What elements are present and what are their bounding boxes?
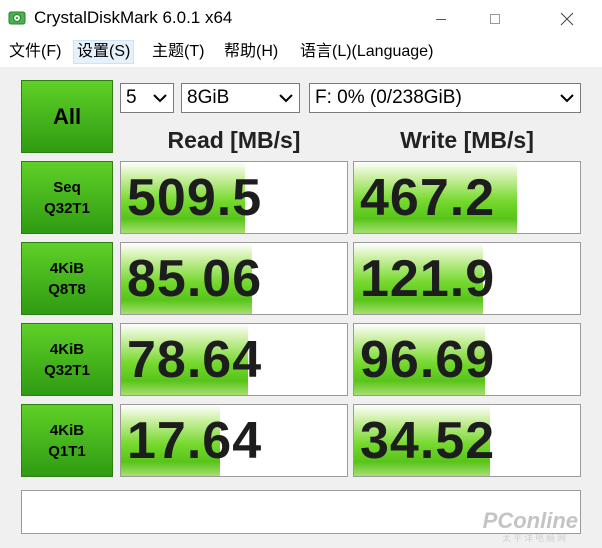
- maximize-button[interactable]: [472, 0, 518, 37]
- close-icon: [560, 12, 574, 25]
- menu-language[interactable]: 语言(L)(Language): [297, 40, 436, 64]
- test-label-line1: 4KiB: [49, 259, 85, 277]
- drive-select[interactable]: F: 0% (0/238GiB): [309, 83, 581, 113]
- write-result-value: 467.2: [360, 169, 496, 227]
- read-result-value: 509.5: [127, 169, 263, 227]
- test-size-value: 8GiB: [187, 87, 230, 108]
- read-result-value: 78.64: [127, 331, 263, 389]
- write-result-value: 96.69: [360, 331, 496, 389]
- watermark-sub: 太平洋电脑网: [501, 533, 568, 543]
- test-label-line1: 4KiB: [49, 340, 85, 358]
- read-result-value: 85.06: [127, 250, 263, 308]
- chevron-down-icon: [279, 94, 293, 103]
- test-label-line2: Q32T1: [44, 199, 90, 217]
- minimize-icon: [436, 18, 446, 20]
- write-result-cell: 467.2: [353, 161, 581, 234]
- menu-settings[interactable]: 设置(S): [73, 40, 135, 64]
- test-label-line1: 4KiB: [49, 421, 85, 439]
- write-result-cell: 121.9: [353, 242, 581, 315]
- app-icon: [8, 11, 26, 25]
- read-column-header: Read [MB/s]: [167, 127, 301, 153]
- write-result-value: 34.52: [360, 412, 496, 470]
- write-result-cell: 34.52: [353, 404, 581, 477]
- drive-value: F: 0% (0/238GiB): [315, 87, 462, 108]
- menu-theme[interactable]: 主题(T): [149, 40, 207, 64]
- test-label-line2: Q1T1: [48, 442, 86, 460]
- seq-q32t1-button[interactable]: Seq Q32T1: [21, 161, 113, 234]
- test-label-line2: Q8T8: [48, 280, 86, 298]
- maximize-icon: [490, 13, 500, 24]
- read-result-cell: 509.5: [120, 161, 348, 234]
- read-result-cell: 85.06: [120, 242, 348, 315]
- test-label-line2: Q32T1: [44, 361, 90, 379]
- title-bar: CrystalDiskMark 6.0.1 x64: [0, 0, 602, 37]
- write-column-header: Write [MB/s]: [400, 127, 534, 153]
- chevron-down-icon: [560, 94, 574, 103]
- read-result-value: 17.64: [127, 412, 263, 470]
- test-count-select[interactable]: 5: [120, 83, 174, 113]
- test-label-line1: Seq: [53, 178, 81, 196]
- menu-file[interactable]: 文件(F): [6, 40, 64, 64]
- 4kib-q1t1-button[interactable]: 4KiB Q1T1: [21, 404, 113, 477]
- run-all-button[interactable]: All: [21, 80, 113, 153]
- minimize-button[interactable]: [418, 0, 464, 37]
- menu-bar: 文件(F) 设置(S) 主题(T) 帮助(H) 语言(L)(Language): [0, 37, 602, 67]
- menu-help[interactable]: 帮助(H): [221, 40, 281, 64]
- test-size-select[interactable]: 8GiB: [181, 83, 300, 113]
- read-result-cell: 17.64: [120, 404, 348, 477]
- read-result-cell: 78.64: [120, 323, 348, 396]
- 4kib-q8t8-button[interactable]: 4KiB Q8T8: [21, 242, 113, 315]
- close-button[interactable]: [544, 0, 590, 37]
- test-count-value: 5: [126, 87, 137, 108]
- write-result-value: 121.9: [360, 250, 496, 308]
- 4kib-q32t1-button[interactable]: 4KiB Q32T1: [21, 323, 113, 396]
- chevron-down-icon: [153, 94, 167, 103]
- window-title: CrystalDiskMark 6.0.1 x64: [34, 8, 233, 27]
- write-result-cell: 96.69: [353, 323, 581, 396]
